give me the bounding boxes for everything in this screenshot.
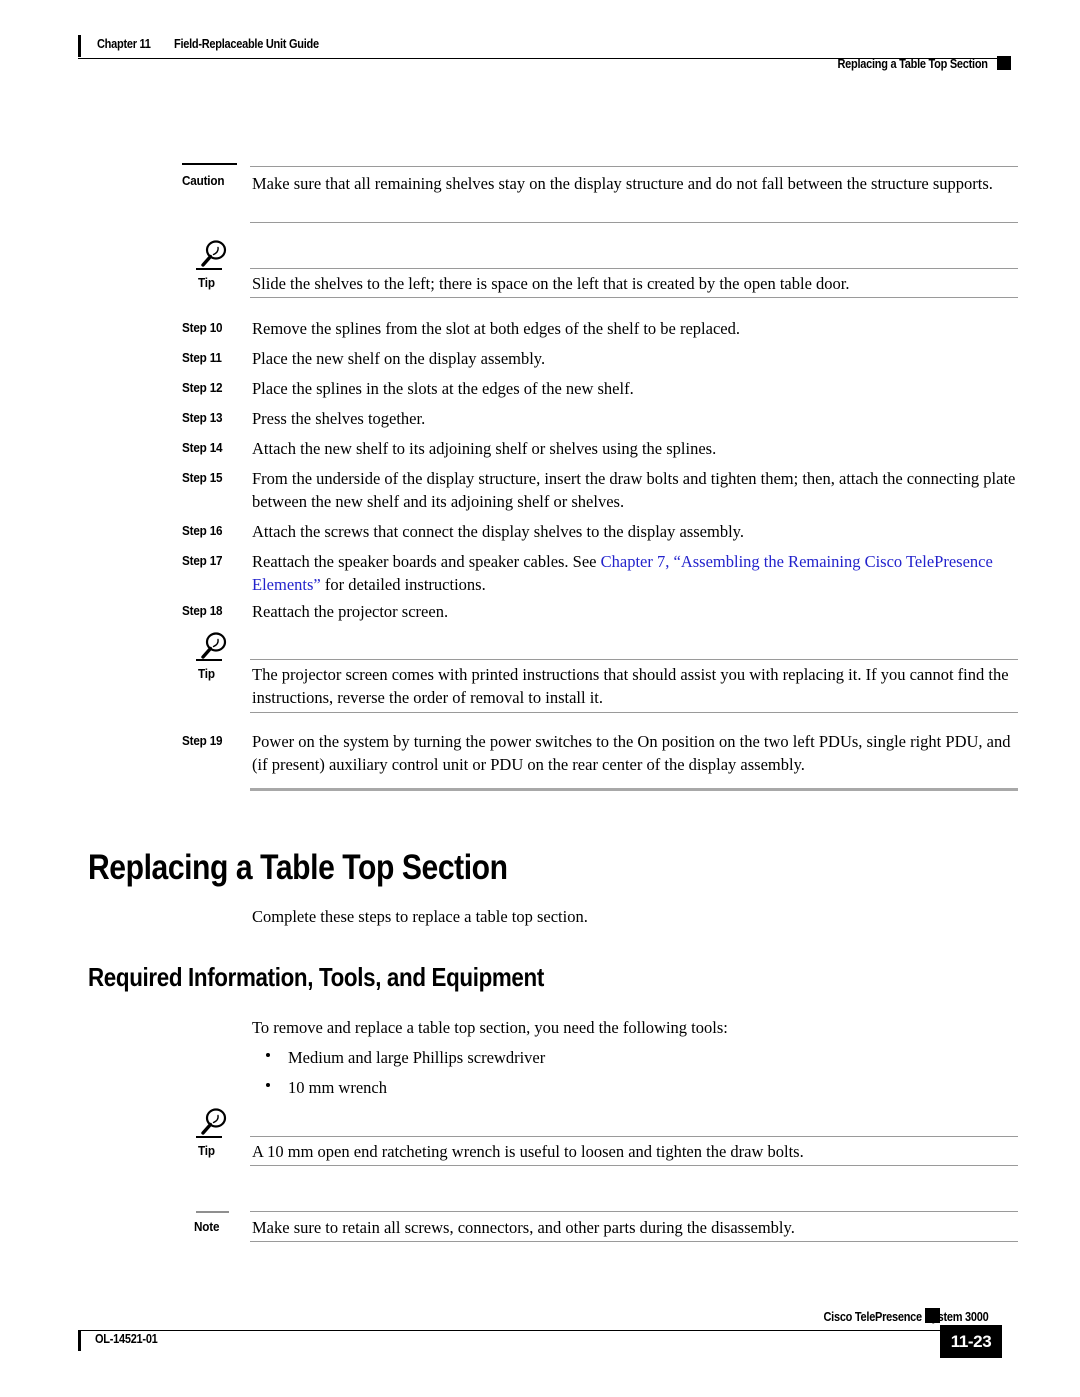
tip-label-3: Tip <box>198 1143 215 1158</box>
procedure-end-rule <box>250 788 1018 791</box>
tip-bottom-rule-2 <box>250 712 1018 713</box>
bullet-dot <box>266 1053 270 1057</box>
lightbulb-icon <box>196 1106 230 1140</box>
step-text-15: From the underside of the display struct… <box>252 469 1016 511</box>
header-section-title: Replacing a Table Top Section <box>837 57 989 71</box>
note-label-rule <box>196 1211 229 1213</box>
step-text-11: Place the new shelf on the display assem… <box>252 349 546 368</box>
step-label-12: Step 12 <box>182 380 223 395</box>
step-label-11: Step 11 <box>182 350 222 365</box>
header-guide-title: Field-Replaceable Unit Guide <box>174 37 319 51</box>
page-header: Chapter 11 Field-Replaceable Unit Guide … <box>0 0 1080 80</box>
tip-label-1: Tip <box>198 275 215 290</box>
step-text-13: Press the shelves together. <box>252 409 426 428</box>
caution-top-rule <box>250 166 1018 167</box>
caution-label: Caution <box>182 173 225 188</box>
step-label-16: Step 16 <box>182 523 223 538</box>
tip-label-rule-1 <box>196 268 222 270</box>
step-text-18: Reattach the projector screen. <box>252 602 449 621</box>
tip-bottom-rule-1 <box>250 297 1018 298</box>
step-text-17: Reattach the speaker boards and speaker … <box>252 550 1018 596</box>
caution-label-rule <box>182 163 237 165</box>
tip-bottom-rule-3 <box>250 1165 1018 1166</box>
step-17-text-before: Reattach the speaker boards and speaker … <box>252 552 601 571</box>
section-intro-text: Complete these steps to replace a table … <box>252 907 588 926</box>
footer-tick-mark <box>78 1331 81 1351</box>
note-top-rule <box>250 1211 1018 1212</box>
step-label-15: Step 15 <box>182 470 223 485</box>
step-text-16: Attach the screws that connect the displ… <box>252 522 744 541</box>
tip-text-2: The projector screen comes with printed … <box>252 665 1009 707</box>
step-17-text-after: for detailed instructions. <box>320 575 486 594</box>
caution-text: Make sure that all remaining shelves sta… <box>252 174 993 193</box>
step-label-19: Step 19 <box>182 733 223 748</box>
footer-product-name: Cisco TelePresence System 3000 <box>823 1310 988 1324</box>
header-chapter-number: Chapter 11 <box>97 37 151 51</box>
tip-text-3: A 10 mm open end ratcheting wrench is us… <box>252 1142 804 1161</box>
step-text-19: Power on the system by turning the power… <box>252 732 1011 774</box>
footer-marker-square <box>925 1308 940 1323</box>
step-label-10: Step 10 <box>182 320 223 335</box>
tip-text-1: Slide the shelves to the left; there is … <box>252 274 850 293</box>
step-label-13: Step 13 <box>182 410 223 425</box>
bullet-dot <box>266 1083 270 1087</box>
tip-label-rule-3 <box>196 1136 222 1138</box>
page-title: Replacing a Table Top Section <box>88 848 508 887</box>
tip-label-2: Tip <box>198 666 215 681</box>
note-text: Make sure to retain all screws, connecto… <box>252 1218 795 1237</box>
tip-top-rule-2 <box>250 659 1018 660</box>
step-text-10: Remove the splines from the slot at both… <box>252 319 740 338</box>
footer-rule <box>78 1330 950 1331</box>
step-text-12: Place the splines in the slots at the ed… <box>252 379 634 398</box>
lightbulb-icon <box>196 238 230 272</box>
tip-top-rule-3 <box>250 1136 1018 1137</box>
tip-top-rule-1 <box>250 268 1018 269</box>
step-label-14: Step 14 <box>182 440 223 455</box>
list-item: 10 mm wrench <box>288 1078 387 1097</box>
subsection-title: Required Information, Tools, and Equipme… <box>88 962 544 992</box>
note-label: Note <box>194 1219 220 1234</box>
tools-intro-text: To remove and replace a table top sectio… <box>252 1018 728 1037</box>
footer-page-number: 11-23 <box>940 1325 1002 1358</box>
header-tick-mark <box>78 35 81 57</box>
list-item: Medium and large Phillips screwdriver <box>288 1048 546 1067</box>
footer-document-id: OL-14521-01 <box>95 1332 158 1346</box>
note-bottom-rule <box>250 1241 1018 1242</box>
tip-label-rule-2 <box>196 659 222 661</box>
step-label-17: Step 17 <box>182 553 223 568</box>
step-text-14: Attach the new shelf to its adjoining sh… <box>252 439 717 458</box>
step-label-18: Step 18 <box>182 603 223 618</box>
caution-bottom-rule <box>250 222 1018 223</box>
header-marker-square <box>997 56 1011 70</box>
